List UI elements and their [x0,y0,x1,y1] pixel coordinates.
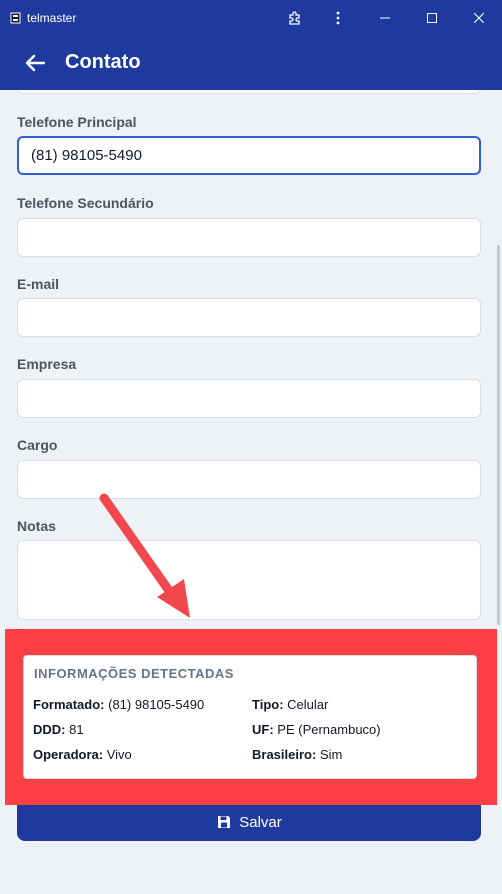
window-title: telmaster [27,10,77,25]
email-input[interactable] [17,298,481,337]
company-label: Empresa [17,356,77,372]
ddd-info: DDD: 81 [33,722,84,737]
scrollbar[interactable] [497,245,500,625]
floppy-disk-icon [216,814,232,830]
company-input[interactable] [17,379,481,418]
notes-textarea[interactable] [17,540,481,620]
type-info-label: Tipo: [252,697,284,712]
window-titlebar: telmaster [0,0,502,35]
formatted-info-value: (81) 98105-5490 [108,697,205,712]
uf-info-value: PE (Pernambuco) [277,722,381,737]
type-info: Tipo: Celular [252,697,328,712]
arrow-left-icon[interactable] [22,50,48,76]
previous-field-edge[interactable] [17,90,481,94]
save-button-label: Salvar [239,813,282,831]
formatted-info: Formatado: (81) 98105-5490 [33,697,204,712]
app-icon [9,12,21,24]
detected-info-heading: INFORMAÇÕES DETECTADAS [34,666,234,681]
more-icon[interactable] [315,0,361,35]
extension-icon[interactable] [272,0,318,35]
brazilian-info: Brasileiro: Sim [252,747,342,762]
save-button[interactable]: Salvar [17,803,481,841]
app-header: Contato [0,35,502,90]
carrier-info-label: Operadora: [33,747,104,762]
primary-phone-input[interactable] [17,136,481,175]
notes-label: Notas [17,518,56,534]
detected-info-panel: INFORMAÇÕES DETECTADAS Formatado: (81) 9… [23,655,477,779]
brazilian-info-value: Sim [319,747,343,762]
uf-info-label: UF: [252,722,274,737]
page-title: Contato [65,51,141,73]
carrier-info: Operadora: Vivo [33,747,132,762]
minimize-icon[interactable] [362,0,408,35]
formatted-info-label: Formatado: [33,697,105,712]
email-label: E-mail [17,276,60,292]
ddd-info-value: 81 [69,722,84,737]
role-input[interactable] [17,460,481,499]
type-info-value: Celular [287,697,329,712]
secondary-phone-input[interactable] [17,218,481,257]
maximize-icon[interactable] [409,0,455,35]
brazilian-info-label: Brasileiro: [252,747,317,762]
role-label: Cargo [17,437,58,453]
contact-form: Telefone Principal Telefone Secundário E… [0,90,502,894]
primary-phone-label: Telefone Principal [17,114,137,130]
uf-info: UF: PE (Pernambuco) [252,722,381,737]
secondary-phone-label: Telefone Secundário [17,195,154,211]
close-icon[interactable] [456,0,502,35]
ddd-info-label: DDD: [33,722,66,737]
carrier-info-value: Vivo [106,747,132,762]
